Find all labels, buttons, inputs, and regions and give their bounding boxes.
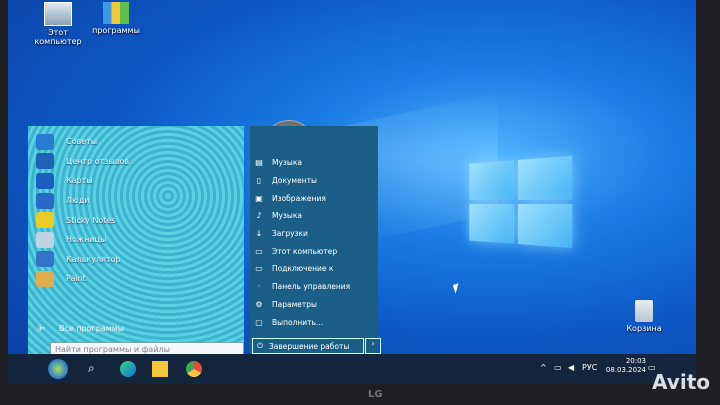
- watermark: Avito: [652, 370, 710, 394]
- all-programs-icon: ⊫: [38, 324, 45, 333]
- place-connect-to[interactable]: ▭ Подключение к: [254, 260, 350, 278]
- feedback-icon: [36, 153, 54, 170]
- folder-programs-icon: [103, 2, 129, 24]
- power-icon: ⏻: [257, 341, 263, 350]
- clock-time: 20:03: [625, 357, 646, 365]
- mouse-cursor: [452, 283, 462, 294]
- app-calculator[interactable]: Калькулятор: [36, 250, 129, 270]
- desktop-icon-label: Корзина: [626, 324, 662, 333]
- recycle-bin-icon: [635, 300, 653, 322]
- place-documents[interactable]: ▯ Документы: [254, 172, 350, 190]
- start-menu-places-pane: ▤ Музыка ▯ Документы ▣ Изображения ♪ Музыка …: [250, 126, 378, 358]
- scissors-icon: [36, 231, 54, 248]
- desktop-icon-recycle-bin[interactable]: Корзина: [604, 300, 684, 333]
- paint-icon: [36, 270, 54, 287]
- network-icon[interactable]: ▭: [554, 363, 562, 372]
- start-menu: Советы Центр отзывов Карты Люди Sticky N…: [28, 126, 381, 358]
- monitor-brand: LG: [368, 389, 383, 400]
- clock[interactable]: 20:03 08.03.2024: [606, 357, 646, 375]
- app-people[interactable]: Люди: [36, 191, 129, 211]
- connect-icon: ▭: [255, 264, 263, 274]
- place-pictures[interactable]: ▣ Изображения: [254, 189, 350, 207]
- people-icon: [36, 192, 54, 209]
- desktop-icon-label: Этот компьютер: [34, 28, 82, 46]
- tips-icon: [36, 133, 54, 150]
- file-explorer-icon[interactable]: [152, 361, 168, 377]
- app-sticky-notes[interactable]: Sticky Notes: [36, 210, 129, 230]
- sticky-notes-icon: [36, 212, 54, 229]
- language-indicator[interactable]: РУС: [582, 363, 597, 372]
- all-programs-button[interactable]: ⊫ Все программы: [38, 324, 124, 333]
- chrome-icon[interactable]: [186, 361, 202, 377]
- volume-icon[interactable]: ◀: [568, 363, 574, 372]
- place-music[interactable]: ♪ Музыка: [254, 207, 350, 225]
- place-music-folder[interactable]: ▤ Музыка: [254, 154, 350, 172]
- documents-icon: ▯: [256, 176, 262, 186]
- control-panel-icon: ·: [257, 282, 261, 292]
- place-settings[interactable]: ⚙ Параметры: [254, 296, 350, 314]
- app-tips[interactable]: Советы: [36, 132, 129, 152]
- music-folder-icon: ▤: [255, 158, 263, 168]
- settings-icon: ⚙: [255, 299, 263, 309]
- place-this-pc[interactable]: ▭ Этот компьютер: [254, 242, 350, 260]
- place-control-panel[interactable]: · Панель управления: [254, 278, 350, 296]
- app-maps[interactable]: Карты: [36, 171, 129, 191]
- edge-icon[interactable]: [120, 361, 136, 377]
- run-icon: ▢: [255, 317, 263, 327]
- app-paint[interactable]: Paint: [36, 269, 129, 289]
- start-menu-apps-pane: Советы Центр отзывов Карты Люди Sticky N…: [28, 126, 244, 358]
- app-feedback-hub[interactable]: Центр отзывов: [36, 152, 129, 172]
- desktop-icon-label: программы: [92, 26, 140, 35]
- windows-logo: [469, 155, 574, 251]
- clock-date: 08.03.2024: [605, 366, 646, 374]
- taskbar: ⌕ ^ ▭ ◀ РУС 20:03 08.03.2024 ▭: [8, 354, 696, 384]
- shutdown-button[interactable]: ⏻ Завершение работы ›: [252, 338, 381, 354]
- calculator-icon: [36, 251, 54, 268]
- place-downloads[interactable]: ↓ Загрузки: [254, 225, 350, 243]
- music-icon: ♪: [256, 211, 262, 221]
- start-button[interactable]: [48, 359, 68, 379]
- downloads-icon: ↓: [255, 229, 263, 239]
- shutdown-options-arrow[interactable]: ›: [365, 338, 381, 354]
- maps-icon: [36, 172, 54, 189]
- computer-icon: [44, 2, 72, 26]
- app-snipping-tool[interactable]: Ножницы: [36, 230, 129, 250]
- desktop-icon-programs[interactable]: программы: [76, 2, 156, 35]
- place-run[interactable]: ▢ Выполнить...: [254, 313, 350, 331]
- search-icon[interactable]: ⌕: [88, 361, 104, 377]
- chevron-up-icon[interactable]: ^: [540, 363, 547, 372]
- computer-icon: ▭: [255, 246, 263, 256]
- pictures-icon: ▣: [255, 193, 263, 203]
